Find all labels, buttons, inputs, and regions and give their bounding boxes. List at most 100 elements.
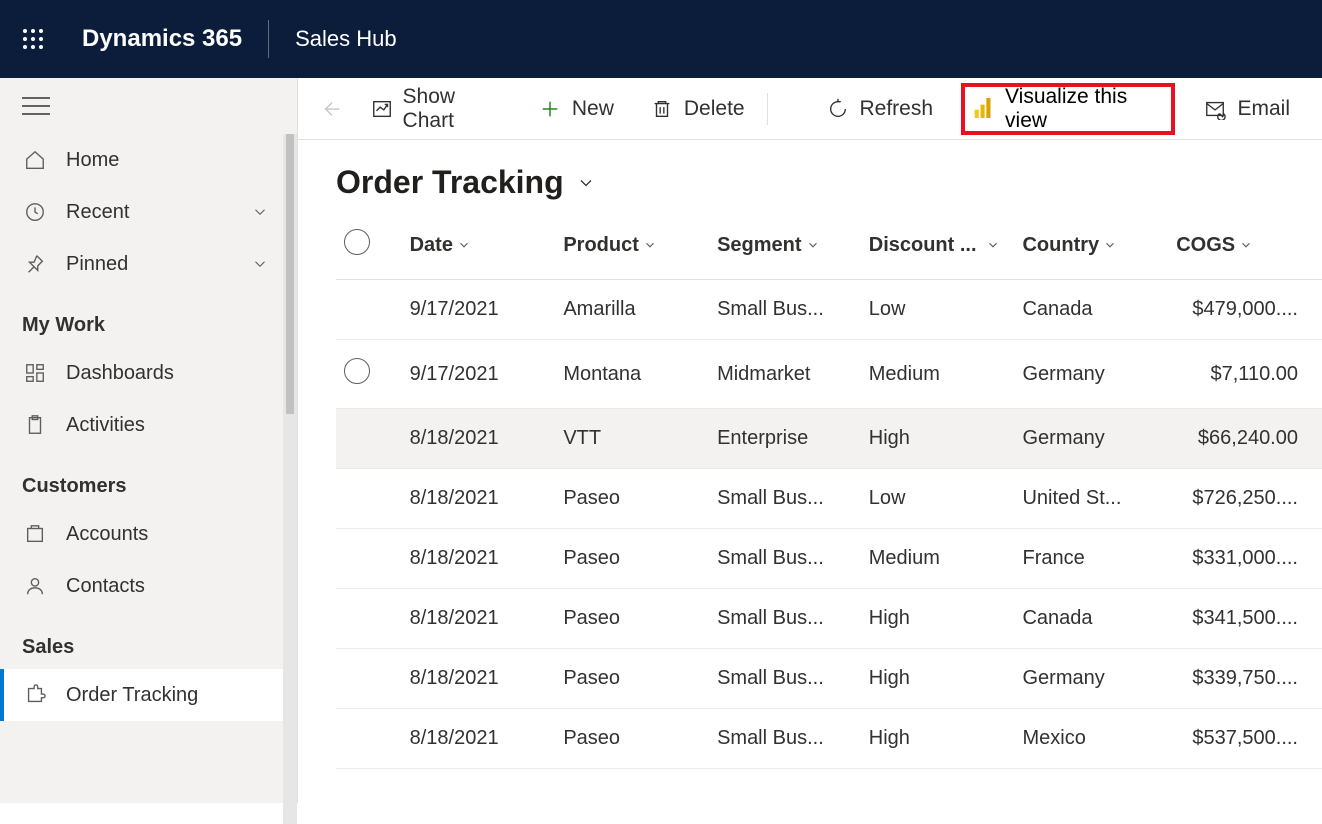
cell-cogs: $341,500....	[1168, 589, 1322, 649]
checkbox-circle[interactable]	[344, 229, 370, 255]
cell-discount: High	[861, 709, 1015, 769]
sidebar-item-home[interactable]: Home	[0, 134, 291, 186]
cell-date: 8/18/2021	[402, 589, 556, 649]
delete-split-dropdown[interactable]	[774, 78, 806, 140]
cell-country: Germany	[1014, 409, 1168, 469]
cell-segment: Small Bus...	[709, 529, 861, 589]
chevron-down-icon	[457, 238, 471, 252]
cell-date: 8/18/2021	[402, 409, 556, 469]
sidebar-item-recent[interactable]: Recent	[0, 186, 291, 238]
cell-segment: Midmarket	[709, 340, 861, 409]
cell-select[interactable]	[336, 340, 402, 409]
cell-select[interactable]	[336, 280, 402, 340]
column-header-product[interactable]: Product	[555, 211, 709, 280]
cell-date: 8/18/2021	[402, 709, 556, 769]
dashboard-icon	[22, 360, 48, 386]
chevron-down-icon	[1239, 238, 1253, 252]
column-select-all[interactable]	[336, 211, 402, 280]
chevron-down-icon	[986, 238, 1000, 252]
cell-date: 8/18/2021	[402, 469, 556, 529]
app-launcher-button[interactable]	[12, 18, 54, 60]
sidebar-section-customers: Customers	[0, 451, 291, 508]
hub-name[interactable]: Sales Hub	[295, 26, 397, 52]
checkbox-circle[interactable]	[344, 358, 370, 384]
back-button[interactable]	[314, 98, 351, 120]
clipboard-icon	[22, 412, 48, 438]
topbar: Dynamics 365 Sales Hub	[0, 0, 1322, 78]
sidebar-toggle-button[interactable]	[0, 78, 297, 134]
table-row[interactable]: 8/18/2021VTTEnterpriseHighGermany$66,240…	[336, 409, 1322, 469]
table-row[interactable]: 8/18/2021PaseoSmall Bus...HighMexico$537…	[336, 709, 1322, 769]
person-icon	[22, 573, 48, 599]
cell-discount: Low	[861, 469, 1015, 529]
column-header-date[interactable]: Date	[402, 211, 556, 280]
sidebar-item-accounts[interactable]: Accounts	[0, 508, 291, 560]
table-row[interactable]: 8/18/2021PaseoSmall Bus...HighCanada$341…	[336, 589, 1322, 649]
sidebar-item-order-tracking[interactable]: Order Tracking	[0, 669, 291, 721]
cell-segment: Small Bus...	[709, 649, 861, 709]
command-divider	[767, 93, 768, 125]
account-icon	[22, 521, 48, 547]
show-chart-label: Show Chart	[403, 85, 502, 133]
show-chart-button[interactable]: Show Chart	[355, 78, 518, 140]
cell-discount: High	[861, 409, 1015, 469]
plus-icon	[538, 97, 562, 121]
refresh-button[interactable]: Refresh	[810, 78, 950, 140]
sidebar-item-pinned[interactable]: Pinned	[0, 238, 291, 290]
delete-label: Delete	[684, 97, 745, 121]
table-row[interactable]: 8/18/2021PaseoSmall Bus...HighGermany$33…	[336, 649, 1322, 709]
column-header-segment[interactable]: Segment	[709, 211, 861, 280]
sidebar-scrollbar-thumb[interactable]	[286, 134, 294, 414]
cell-discount: High	[861, 649, 1015, 709]
cell-cogs: $479,000....	[1168, 280, 1322, 340]
cell-select[interactable]	[336, 649, 402, 709]
cell-date: 9/17/2021	[402, 280, 556, 340]
table-row[interactable]: 8/18/2021PaseoSmall Bus...LowUnited St..…	[336, 469, 1322, 529]
sidebar: Home Recent Pinned My Work Dashboards Ac…	[0, 78, 298, 803]
trash-icon	[650, 97, 674, 121]
topbar-divider	[268, 20, 269, 58]
sidebar-item-contacts[interactable]: Contacts	[0, 560, 291, 612]
sidebar-scrollbar[interactable]	[283, 134, 297, 824]
sidebar-item-label: Activities	[66, 414, 145, 437]
view-header[interactable]: Order Tracking	[298, 140, 1322, 211]
cell-product: Montana	[555, 340, 709, 409]
cell-date: 8/18/2021	[402, 649, 556, 709]
column-header-discount[interactable]: Discount ...	[861, 211, 1015, 280]
table-row[interactable]: 9/17/2021AmarillaSmall Bus...LowCanada$4…	[336, 280, 1322, 340]
chart-icon	[371, 97, 393, 121]
sidebar-nav: Home Recent Pinned My Work Dashboards Ac…	[0, 134, 297, 803]
cell-country: Canada	[1014, 589, 1168, 649]
cell-product: Paseo	[555, 469, 709, 529]
cell-select[interactable]	[336, 529, 402, 589]
cell-date: 9/17/2021	[402, 340, 556, 409]
cell-select[interactable]	[336, 469, 402, 529]
cell-select[interactable]	[336, 709, 402, 769]
visualize-label: Visualize this view	[1005, 85, 1159, 133]
table-row[interactable]: 9/17/2021MontanaMidmarketMediumGermany$7…	[336, 340, 1322, 409]
column-header-cogs[interactable]: COGS	[1168, 211, 1322, 280]
cell-cogs: $339,750....	[1168, 649, 1322, 709]
column-header-country[interactable]: Country	[1014, 211, 1168, 280]
cell-cogs: $66,240.00	[1168, 409, 1322, 469]
visualize-this-view-button[interactable]: Visualize this view	[961, 83, 1175, 135]
cell-date: 8/18/2021	[402, 529, 556, 589]
clock-icon	[22, 199, 48, 225]
cell-segment: Small Bus...	[709, 709, 861, 769]
product-name[interactable]: Dynamics 365	[82, 25, 242, 53]
new-button[interactable]: New	[522, 78, 630, 140]
cell-product: VTT	[555, 409, 709, 469]
chevron-down-icon	[806, 238, 820, 252]
waffle-icon	[21, 27, 45, 51]
cell-select[interactable]	[336, 409, 402, 469]
cell-select[interactable]	[336, 589, 402, 649]
email-button[interactable]: Email	[1187, 78, 1306, 140]
cell-cogs: $7,110.00	[1168, 340, 1322, 409]
email-icon	[1203, 97, 1227, 121]
table-row[interactable]: 8/18/2021PaseoSmall Bus...MediumFrance$3…	[336, 529, 1322, 589]
cell-cogs: $537,500....	[1168, 709, 1322, 769]
sidebar-item-label: Order Tracking	[66, 684, 198, 707]
delete-button[interactable]: Delete	[634, 78, 761, 140]
sidebar-item-dashboards[interactable]: Dashboards	[0, 347, 291, 399]
sidebar-item-activities[interactable]: Activities	[0, 399, 291, 451]
